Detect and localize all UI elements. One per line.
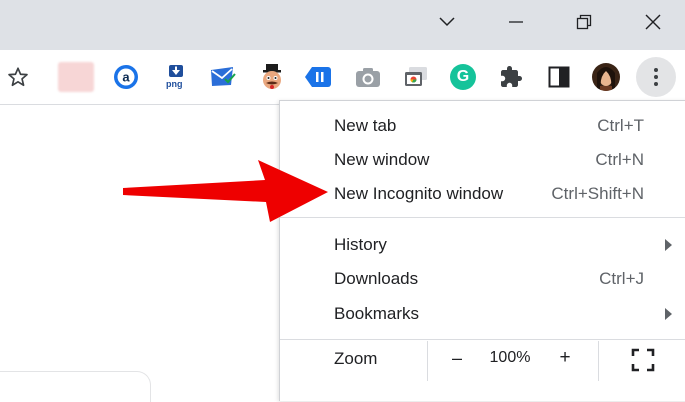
minimize-icon bbox=[509, 21, 523, 23]
mascot-extension-icon bbox=[263, 64, 281, 89]
annotation-arrow bbox=[123, 160, 328, 222]
submenu-arrow-icon bbox=[665, 239, 672, 251]
menu-item-shortcut: Ctrl+J bbox=[599, 269, 644, 288]
grammarly-extension-icon: G bbox=[450, 64, 476, 90]
grammarly-letter: G bbox=[456, 68, 470, 85]
chrome-menu-button[interactable] bbox=[636, 57, 676, 97]
cast-extension-icon bbox=[405, 67, 427, 86]
fullscreen-button[interactable] bbox=[630, 347, 656, 373]
page-content bbox=[0, 105, 280, 381]
menu-item-shortcut: Ctrl+Shift+N bbox=[551, 184, 644, 203]
png-label: png bbox=[166, 79, 183, 89]
zoom-controls: – 100% + bbox=[427, 341, 599, 381]
blurred-extension-button[interactable] bbox=[58, 62, 94, 92]
close-button[interactable] bbox=[630, 0, 676, 44]
minimize-button[interactable] bbox=[493, 0, 539, 44]
clipboard-extension-button[interactable] bbox=[304, 63, 332, 91]
side-panel-button[interactable] bbox=[545, 63, 573, 91]
mailtrack-extension-icon bbox=[211, 67, 236, 86]
extensions-button[interactable] bbox=[497, 63, 525, 91]
menu-item-shortcut: Ctrl+T bbox=[597, 116, 644, 135]
menu-item-shortcut: Ctrl+N bbox=[595, 150, 644, 169]
zoom-row: Zoom – 100% + bbox=[280, 341, 685, 401]
chrome-main-menu: New tab Ctrl+T New window Ctrl+N New Inc… bbox=[279, 100, 685, 401]
page-card-edge bbox=[0, 371, 151, 402]
blurred-extension-icon bbox=[58, 62, 94, 92]
tab-search-button[interactable] bbox=[424, 0, 470, 44]
chevron-down-icon bbox=[439, 17, 455, 27]
menu-item-label: Downloads bbox=[334, 269, 419, 288]
clipboard-extension-icon bbox=[305, 67, 331, 87]
menu-item-new-tab[interactable]: New tab Ctrl+T bbox=[280, 109, 685, 143]
zoom-out-button[interactable]: – bbox=[447, 348, 467, 369]
puzzle-extensions-icon bbox=[501, 66, 522, 87]
menu-item-label: History bbox=[334, 235, 387, 254]
zoom-label: Zoom bbox=[334, 349, 378, 368]
svg-text:a: a bbox=[122, 70, 130, 85]
browser-toolbar: a png G bbox=[0, 50, 685, 105]
menu-item-label: New window bbox=[334, 150, 430, 169]
profile-button[interactable] bbox=[592, 63, 620, 91]
amazon-assistant-icon: a bbox=[114, 65, 138, 89]
vertical-dots-icon bbox=[654, 68, 658, 86]
menu-item-new-window[interactable]: New window Ctrl+N bbox=[280, 143, 685, 177]
profile-avatar bbox=[592, 63, 620, 91]
camera-extension-icon bbox=[356, 68, 380, 87]
menu-item-bookmarks[interactable]: Bookmarks bbox=[280, 297, 685, 331]
close-icon bbox=[645, 14, 661, 30]
mascot-extension-button[interactable] bbox=[258, 63, 286, 91]
zoom-in-button[interactable]: + bbox=[555, 347, 575, 369]
camera-extension-button[interactable] bbox=[354, 63, 382, 91]
menu-item-history[interactable]: History bbox=[280, 228, 685, 262]
amazon-assistant-button[interactable]: a bbox=[112, 63, 140, 91]
star-icon bbox=[8, 67, 28, 87]
menu-separator bbox=[280, 217, 685, 218]
menu-item-downloads[interactable]: Downloads Ctrl+J bbox=[280, 262, 685, 296]
fullscreen-icon bbox=[631, 348, 655, 372]
cast-extension-button[interactable] bbox=[402, 63, 430, 91]
grammarly-extension-button[interactable]: G bbox=[449, 63, 477, 91]
menu-item-label: New tab bbox=[334, 116, 397, 135]
restore-icon bbox=[576, 14, 592, 30]
bookmark-star-button[interactable] bbox=[4, 63, 32, 91]
submenu-arrow-icon bbox=[665, 308, 672, 320]
restore-button[interactable] bbox=[561, 0, 607, 44]
title-bar bbox=[0, 0, 685, 50]
save-as-png-extension-button[interactable]: png bbox=[162, 63, 190, 91]
menu-item-label: New Incognito window bbox=[334, 184, 504, 203]
menu-item-new-incognito-window[interactable]: New Incognito window Ctrl+Shift+N bbox=[280, 177, 685, 211]
mailtrack-extension-button[interactable] bbox=[209, 63, 237, 91]
zoom-level: 100% bbox=[489, 349, 531, 366]
menu-separator bbox=[280, 339, 685, 340]
side-panel-icon bbox=[548, 66, 570, 88]
menu-item-label: Bookmarks bbox=[334, 304, 420, 323]
